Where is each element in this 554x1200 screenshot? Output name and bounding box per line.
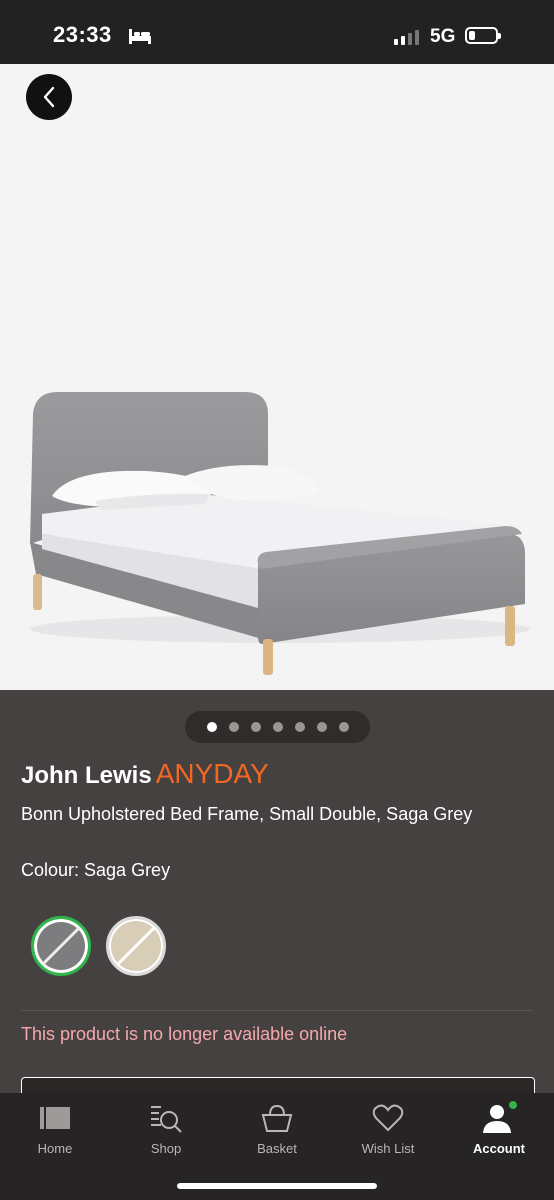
tab-label: Account [473,1141,525,1156]
swatch-natural[interactable] [106,916,166,976]
sleep-mode-icon [128,27,152,50]
divider [21,1010,533,1011]
account-icon [480,1101,518,1135]
pager-dot[interactable] [338,722,349,732]
tab-label: Basket [257,1141,297,1156]
basket-icon [261,1101,293,1135]
pager-dot[interactable] [250,722,261,732]
home-indicator[interactable] [177,1183,377,1189]
tab-label: Home [37,1141,73,1156]
pager-dot[interactable] [316,722,327,732]
tab-label: Wish List [361,1141,415,1156]
pager-dot[interactable] [206,722,217,732]
product-image[interactable] [0,64,554,690]
brand-sub: ANYDAY [155,758,269,789]
brand-primary: John Lewis [21,762,152,789]
tab-basket[interactable]: Basket [222,1093,332,1168]
shop-search-icon [149,1101,183,1135]
pager-dot[interactable] [294,722,305,732]
tab-wish-list[interactable]: Wish List [333,1093,443,1168]
swatch-saga-grey[interactable] [31,916,91,976]
unavailable-strike-icon [40,925,82,967]
tab-shop[interactable]: Shop [111,1093,221,1168]
network-type: 5G [430,26,456,47]
unavailable-strike-icon [115,925,157,967]
signal-icon [394,30,419,45]
pager-dot[interactable] [228,722,239,732]
product-title: Bonn Upholstered Bed Frame, Small Double… [21,804,473,824]
brand-name[interactable]: John Lewis ANYDAY [21,758,269,790]
pager-dot[interactable] [272,722,283,732]
chevron-left-icon [43,86,55,108]
battery-icon [465,27,501,44]
home-icon [39,1101,71,1135]
tab-home[interactable]: Home [0,1093,110,1168]
back-button[interactable] [26,74,72,120]
availability-message: This product is no longer available onli… [21,1024,348,1044]
tab-label: Shop [150,1141,182,1156]
image-pager[interactable] [185,711,370,743]
colour-label: Colour: Saga Grey [21,860,171,880]
status-time: 23:33 [53,22,112,47]
status-bar: 23:33 5G [0,0,554,64]
heart-icon [372,1101,404,1135]
tab-account[interactable]: Account [444,1093,554,1168]
